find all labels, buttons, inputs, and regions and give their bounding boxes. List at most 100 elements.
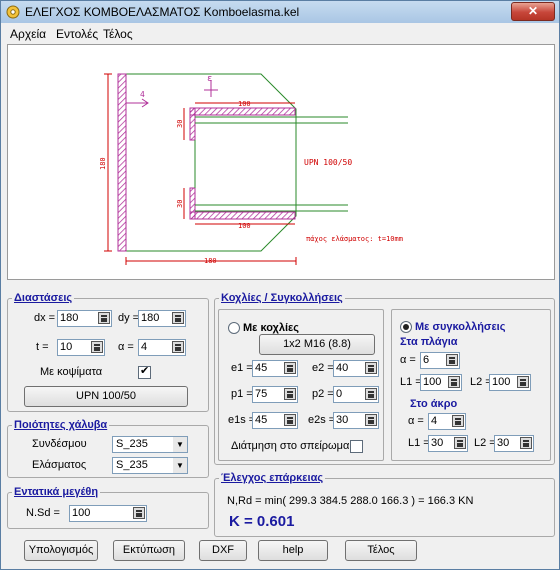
- e1-label: e1 =: [231, 362, 253, 374]
- calculator-icon[interactable]: [446, 354, 458, 366]
- calculator-icon[interactable]: [365, 362, 377, 374]
- menu-exit[interactable]: Τέλος: [103, 27, 133, 41]
- end-l1-field[interactable]: [428, 435, 468, 452]
- e1s-input[interactable]: [255, 413, 283, 427]
- calculator-icon[interactable]: [454, 437, 466, 449]
- plate-steel-label: Ελάσματος: [32, 459, 87, 471]
- p2-label: p2 =: [312, 388, 334, 400]
- menu-bar: Αρχεία Εντολές Τέλος: [1, 25, 559, 43]
- welds-radio[interactable]: [400, 321, 412, 333]
- calculator-icon[interactable]: [91, 341, 103, 353]
- e2-input[interactable]: [336, 361, 364, 375]
- label-4: 4: [140, 90, 145, 99]
- calculator-icon[interactable]: [133, 507, 145, 519]
- dim-180-bottom: 180: [204, 257, 217, 265]
- calculator-icon[interactable]: [448, 376, 460, 388]
- cut-checkbox[interactable]: [138, 364, 151, 379]
- side-a-label: α =: [400, 354, 416, 366]
- bolts-radio-label: Με κοχλίες: [243, 322, 299, 334]
- upn-upper-flange: [189, 107, 296, 116]
- calculator-icon[interactable]: [172, 312, 184, 324]
- end-l1-label: L1 =: [408, 437, 430, 449]
- calculator-icon[interactable]: [284, 414, 296, 426]
- bolts-radio[interactable]: [228, 322, 240, 334]
- calculator-icon[interactable]: [172, 341, 184, 353]
- formula-text: N,Rd = min( 299.3 384.5 288.0 166.3 ) = …: [227, 495, 474, 507]
- conn-steel-select[interactable]: S_235 ▼: [112, 436, 188, 453]
- profile-button[interactable]: UPN 100/50: [24, 386, 188, 407]
- dimensions-title: Διαστάσεις: [12, 292, 75, 304]
- print-button[interactable]: Εκτύπωση: [113, 540, 185, 561]
- calculator-icon[interactable]: [284, 388, 296, 400]
- calculator-icon[interactable]: [365, 388, 377, 400]
- e2s-field[interactable]: [333, 412, 379, 429]
- calculator-icon[interactable]: [284, 362, 296, 374]
- result-text: K = 0.601: [229, 513, 295, 530]
- dy-input[interactable]: [141, 311, 171, 325]
- side-l2-field[interactable]: [489, 374, 531, 391]
- bolts-welds-group: Κοχλίες / Συγκολλήσεις Με κοχλίες 1x2 M1…: [214, 292, 555, 465]
- main-window: ΕΛΕΓΧΟΣ ΚΟΜΒΟΕΛΑΣΜΑΤΟΣ Komboelasma.kel ✕…: [0, 0, 560, 570]
- menu-files[interactable]: Αρχεία: [10, 27, 46, 41]
- dim-100-top: 100: [238, 100, 251, 108]
- side-a-input[interactable]: [423, 353, 445, 367]
- dx-field[interactable]: [57, 310, 112, 327]
- e1-field[interactable]: [252, 360, 298, 377]
- dy-field[interactable]: [138, 310, 186, 327]
- end-l2-input[interactable]: [497, 436, 519, 450]
- welds-radio-label: Με συγκολλήσεις: [415, 321, 506, 333]
- end-a-input[interactable]: [431, 414, 451, 428]
- thread-shear-label: Διάτμηση στο σπείρωμα: [231, 440, 350, 452]
- end-l1-input[interactable]: [431, 436, 453, 450]
- forces-title: Εντατικά μεγέθη: [12, 486, 101, 498]
- e1s-field[interactable]: [252, 412, 298, 429]
- forces-group: Εντατικά μεγέθη N.Sd =: [7, 486, 209, 529]
- a-input[interactable]: [141, 340, 171, 354]
- plate-steel-select[interactable]: S_235 ▼: [112, 457, 188, 474]
- calculate-button[interactable]: Υπολογισμός: [24, 540, 98, 561]
- t-field[interactable]: [57, 339, 105, 356]
- cut-label: Με κοψίματα: [40, 366, 103, 378]
- p1-input[interactable]: [255, 387, 283, 401]
- nsd-field[interactable]: [69, 505, 147, 522]
- p2-field[interactable]: [333, 386, 379, 403]
- close-button[interactable]: ✕: [511, 2, 555, 21]
- calculator-icon[interactable]: [98, 312, 110, 324]
- side-l1-input[interactable]: [423, 375, 447, 389]
- chevron-down-icon[interactable]: ▼: [173, 437, 187, 452]
- calculator-icon[interactable]: [520, 437, 532, 449]
- side-l1-label: L1 =: [400, 376, 422, 388]
- dx-label: dx =: [34, 312, 56, 324]
- side-l1-field[interactable]: [420, 374, 462, 391]
- dx-input[interactable]: [60, 311, 96, 325]
- t-input[interactable]: [60, 340, 90, 354]
- p2-input[interactable]: [336, 387, 364, 401]
- dim-30-lower: 30: [176, 200, 184, 208]
- exit-button[interactable]: Τέλος: [345, 540, 417, 561]
- chevron-down-icon[interactable]: ▼: [173, 458, 187, 473]
- nsd-input[interactable]: [72, 506, 132, 520]
- bolts-welds-title: Κοχλίες / Συγκολλήσεις: [219, 292, 345, 304]
- side-welds-title: Στα πλάγια: [400, 336, 458, 348]
- end-l2-field[interactable]: [494, 435, 534, 452]
- help-button[interactable]: help: [258, 540, 328, 561]
- end-a-field[interactable]: [428, 413, 466, 430]
- plate-steel-value: S_235: [116, 459, 148, 471]
- calculator-icon[interactable]: [517, 376, 529, 388]
- side-a-field[interactable]: [420, 352, 460, 369]
- bolt-config-button[interactable]: 1x2 M16 (8.8): [259, 334, 375, 355]
- calculator-icon[interactable]: [452, 415, 464, 427]
- welds-subgroup: Με συγκολλήσεις Στα πλάγια α = L1 = L2 =…: [391, 309, 551, 461]
- thread-shear-checkbox[interactable]: [350, 440, 363, 453]
- dxf-button[interactable]: DXF: [199, 540, 247, 561]
- conn-steel-label: Συνδέσμου: [32, 438, 87, 450]
- dim-30-upper: 30: [176, 120, 184, 128]
- calculator-icon[interactable]: [365, 414, 377, 426]
- p1-field[interactable]: [252, 386, 298, 403]
- e2s-input[interactable]: [336, 413, 364, 427]
- side-l2-input[interactable]: [492, 375, 516, 389]
- e1-input[interactable]: [255, 361, 283, 375]
- a-field[interactable]: [138, 339, 186, 356]
- e2-field[interactable]: [333, 360, 379, 377]
- menu-commands[interactable]: Εντολές: [56, 27, 98, 41]
